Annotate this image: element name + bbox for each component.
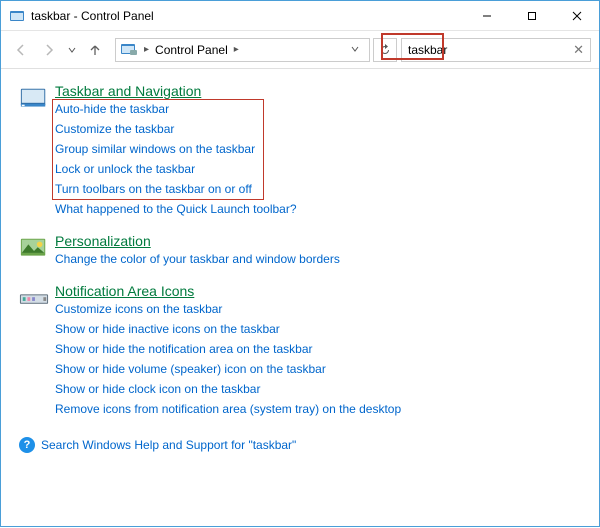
- link-change-color[interactable]: Change the color of your taskbar and win…: [55, 249, 581, 269]
- section-title[interactable]: Taskbar and Navigation: [55, 83, 201, 99]
- back-button[interactable]: [9, 38, 33, 62]
- section-notification-icons: Notification Area Icons Customize icons …: [19, 283, 581, 419]
- titlebar: taskbar - Control Panel: [1, 1, 599, 31]
- navbar: ▸ Control Panel ▸ ✕: [1, 31, 599, 69]
- minimize-button[interactable]: [464, 1, 509, 30]
- link-show-hide-clock[interactable]: Show or hide clock icon on the taskbar: [55, 379, 581, 399]
- address-bar[interactable]: ▸ Control Panel ▸: [115, 38, 370, 62]
- window-controls: [464, 1, 599, 30]
- link-quick-launch[interactable]: What happened to the Quick Launch toolba…: [55, 199, 581, 219]
- refresh-button[interactable]: [373, 38, 397, 62]
- help-link[interactable]: Search Windows Help and Support for "tas…: [41, 438, 296, 452]
- link-group-similar[interactable]: Group similar windows on the taskbar: [55, 139, 581, 159]
- personalization-icon: [19, 233, 55, 269]
- search-box[interactable]: ✕: [401, 38, 591, 62]
- help-icon: ?: [19, 437, 35, 453]
- link-turn-toolbars[interactable]: Turn toolbars on the taskbar on or off: [55, 179, 581, 199]
- section-title[interactable]: Notification Area Icons: [55, 283, 194, 299]
- results-panel: Taskbar and Navigation Auto-hide the tas…: [1, 69, 599, 528]
- section-title[interactable]: Personalization: [55, 233, 151, 249]
- link-lock-unlock[interactable]: Lock or unlock the taskbar: [55, 159, 581, 179]
- recent-dropdown[interactable]: [65, 38, 79, 62]
- section-personalization: Personalization Change the color of your…: [19, 233, 581, 269]
- link-show-hide-volume[interactable]: Show or hide volume (speaker) icon on th…: [55, 359, 581, 379]
- link-show-hide-inactive[interactable]: Show or hide inactive icons on the taskb…: [55, 319, 581, 339]
- close-button[interactable]: [554, 1, 599, 30]
- link-show-hide-area[interactable]: Show or hide the notification area on th…: [55, 339, 581, 359]
- window-title: taskbar - Control Panel: [31, 9, 464, 23]
- link-list: Customize icons on the taskbar Show or h…: [55, 299, 581, 419]
- address-dropdown-icon[interactable]: [345, 45, 365, 55]
- breadcrumb-segment[interactable]: Control Panel: [153, 43, 230, 57]
- link-list: Auto-hide the taskbar Customize the task…: [55, 99, 581, 219]
- search-input[interactable]: [408, 43, 569, 57]
- clear-search-icon[interactable]: ✕: [569, 42, 584, 58]
- link-customize[interactable]: Customize the taskbar: [55, 119, 581, 139]
- up-button[interactable]: [83, 38, 107, 62]
- link-remove-icons[interactable]: Remove icons from notification area (sys…: [55, 399, 581, 419]
- link-customize-icons[interactable]: Customize icons on the taskbar: [55, 299, 581, 319]
- link-auto-hide[interactable]: Auto-hide the taskbar: [55, 99, 581, 119]
- chevron-right-icon[interactable]: ▸: [140, 44, 153, 55]
- taskbar-nav-icon: [19, 83, 55, 219]
- help-search-row[interactable]: ? Search Windows Help and Support for "t…: [19, 433, 581, 457]
- maximize-button[interactable]: [509, 1, 554, 30]
- forward-button[interactable]: [37, 38, 61, 62]
- section-taskbar-navigation: Taskbar and Navigation Auto-hide the tas…: [19, 83, 581, 219]
- link-list: Change the color of your taskbar and win…: [55, 249, 581, 269]
- app-icon: [9, 8, 25, 24]
- notification-icon: [19, 283, 55, 419]
- control-panel-icon: [120, 42, 138, 58]
- chevron-right-icon[interactable]: ▸: [230, 44, 243, 55]
